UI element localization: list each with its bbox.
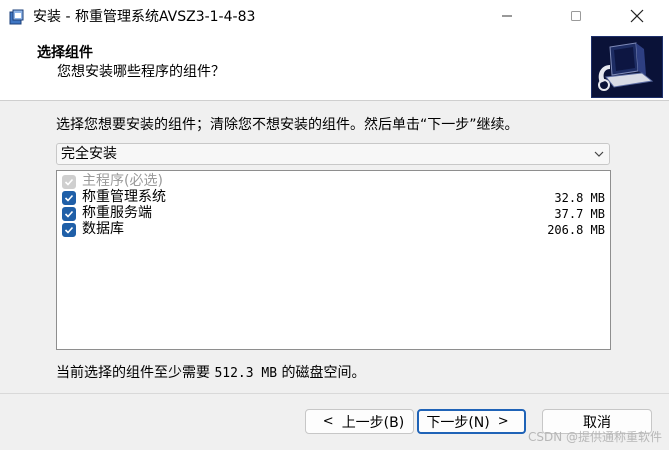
component-size: 32.8 MB <box>554 191 605 205</box>
component-row[interactable]: 数据库 206.8 MB <box>60 221 606 238</box>
back-button[interactable]: < 上一步(B) <box>305 409 414 434</box>
component-checkbox[interactable] <box>62 191 76 205</box>
next-button-label: 下一步(N) <box>426 414 490 431</box>
component-row: 主程序(必选) <box>60 173 606 190</box>
component-checkbox <box>62 175 76 189</box>
check-icon <box>64 194 74 202</box>
installer-app-icon <box>9 9 24 25</box>
title-bar: 安装 - 称重管理系统AVSZ3-1-4-83 <box>0 0 669 34</box>
close-icon <box>630 9 644 23</box>
wizard-header: 选择组件 您想安装哪些程序的组件？ <box>0 34 669 100</box>
check-icon <box>64 226 74 234</box>
chevron-right-icon: > <box>497 414 509 429</box>
next-button[interactable]: 下一步(N) > <box>417 409 526 434</box>
setup-computer-icon <box>591 36 663 98</box>
disk-space-requirement: 当前选择的组件至少需要 512.3 MB 的磁盘空间。 <box>56 362 366 382</box>
install-type-value: 完全安装 <box>61 146 117 162</box>
page-title: 选择组件 <box>37 45 93 61</box>
component-checkbox[interactable] <box>62 207 76 221</box>
check-icon <box>64 210 74 218</box>
space-suffix: 的磁盘空间。 <box>281 365 366 381</box>
install-type-select[interactable]: 完全安装 <box>56 143 610 165</box>
instruction-text: 选择您想要安装的组件；清除您不想安装的组件。然后单击“下一步”继续。 <box>56 117 519 133</box>
watermark-text: CSDN @提供通称重软件 <box>527 430 662 444</box>
page-subtitle: 您想安装哪些程序的组件？ <box>57 64 225 80</box>
maximize-icon <box>571 11 581 21</box>
close-button[interactable] <box>614 0 660 32</box>
component-label: 主程序(必选) <box>82 173 163 189</box>
component-row[interactable]: 称重服务端 37.7 MB <box>60 205 606 222</box>
wizard-footer: < 上一步(B) 下一步(N) > 取消 CSDN @提供通称重软件 <box>0 394 669 450</box>
component-label: 称重服务端 <box>82 205 152 221</box>
space-value: 512.3 MB <box>214 366 278 381</box>
chevron-down-icon <box>594 151 604 157</box>
component-label: 称重管理系统 <box>82 189 166 205</box>
wizard-content: 选择您想要安装的组件；清除您不想安装的组件。然后单击“下一步”继续。 完全安装 … <box>0 101 669 393</box>
chevron-left-icon: < <box>322 414 334 429</box>
components-list[interactable]: 主程序(必选) 称重管理系统 32.8 MB 称重服务端 37.7 MB 数据库… <box>56 170 611 350</box>
component-checkbox[interactable] <box>62 223 76 237</box>
check-icon <box>64 178 74 186</box>
back-button-label: 上一步(B) <box>341 414 405 431</box>
maximize-button[interactable] <box>553 0 599 32</box>
component-size: 37.7 MB <box>554 207 605 221</box>
component-label: 数据库 <box>82 221 124 237</box>
component-row[interactable]: 称重管理系统 32.8 MB <box>60 189 606 206</box>
minimize-icon <box>502 15 512 17</box>
space-prefix: 当前选择的组件至少需要 <box>56 365 210 381</box>
window-title: 安装 - 称重管理系统AVSZ3-1-4-83 <box>33 9 256 25</box>
component-size: 206.8 MB <box>547 223 605 237</box>
minimize-button[interactable] <box>484 0 530 32</box>
